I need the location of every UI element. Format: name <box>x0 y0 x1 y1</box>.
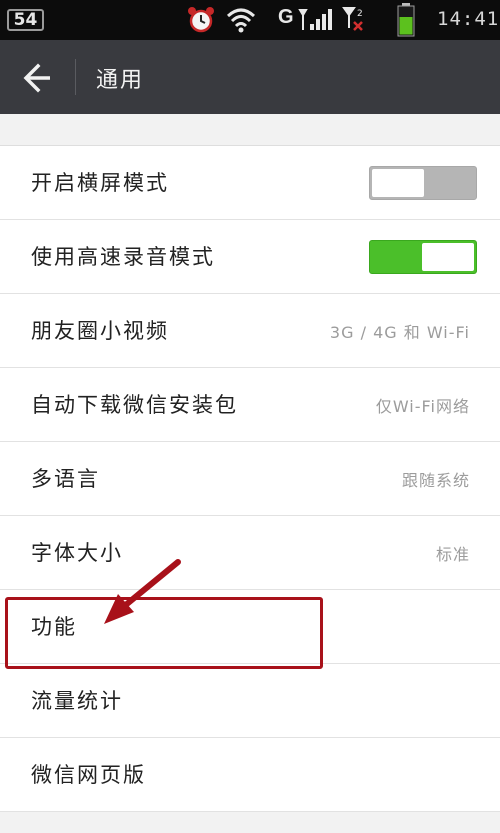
setting-value: 标准 <box>435 545 470 564</box>
toggle-knob <box>422 243 474 271</box>
setting-font-size[interactable]: 字体大小 标准 <box>0 516 500 590</box>
setting-label: 自动下载微信安装包 <box>31 393 238 417</box>
alarm-icon <box>188 7 214 33</box>
highlight-box <box>5 597 323 669</box>
setting-label: 朋友圈小视频 <box>31 319 169 343</box>
setting-label: 开启横屏模式 <box>31 171 169 195</box>
high-speed-recording-toggle[interactable] <box>369 240 477 274</box>
page-title: 通用 <box>96 68 145 93</box>
setting-moments-sight[interactable]: 朋友圈小视频 3G / 4G 和 Wi-Fi <box>0 294 500 368</box>
setting-high-speed-recording[interactable]: 使用高速录音模式 <box>0 220 500 294</box>
back-arrow-icon[interactable] <box>16 58 56 98</box>
setting-label: 使用高速录音模式 <box>31 245 215 269</box>
toggle-knob <box>372 169 424 197</box>
settings-list: 开启横屏模式 使用高速录音模式 朋友圈小视频 3G / 4G 和 Wi-Fi 自… <box>0 145 500 812</box>
signal-icon-2: 2 <box>342 7 363 31</box>
setting-value: 跟随系统 <box>401 471 470 490</box>
title-divider <box>75 59 76 95</box>
setting-value: 仅Wi-Fi网络 <box>375 397 470 416</box>
setting-label: 多语言 <box>31 467 100 491</box>
status-bar: 54 G 2 14:41 <box>0 0 500 40</box>
setting-language[interactable]: 多语言 跟随系统 <box>0 442 500 516</box>
title-bar: 通用 <box>0 40 500 114</box>
setting-label: 微信网页版 <box>31 763 146 787</box>
svg-text:2: 2 <box>357 9 363 19</box>
battery-level-badge: 54 <box>7 9 44 31</box>
network-type-label: G <box>278 6 294 28</box>
battery-icon <box>397 3 415 37</box>
setting-wechat-web[interactable]: 微信网页版 <box>0 738 500 812</box>
setting-landscape-mode[interactable]: 开启横屏模式 <box>0 146 500 220</box>
status-time: 14:41 <box>437 8 500 30</box>
landscape-mode-toggle[interactable] <box>369 166 477 200</box>
setting-data-usage[interactable]: 流量统计 <box>0 664 500 738</box>
wifi-icon <box>226 8 256 33</box>
setting-label: 字体大小 <box>31 541 123 565</box>
setting-label: 流量统计 <box>31 689 123 713</box>
signal-icon <box>298 9 332 30</box>
setting-auto-download-installer[interactable]: 自动下载微信安装包 仅Wi-Fi网络 <box>0 368 500 442</box>
setting-value: 3G / 4G 和 Wi-Fi <box>329 323 470 342</box>
